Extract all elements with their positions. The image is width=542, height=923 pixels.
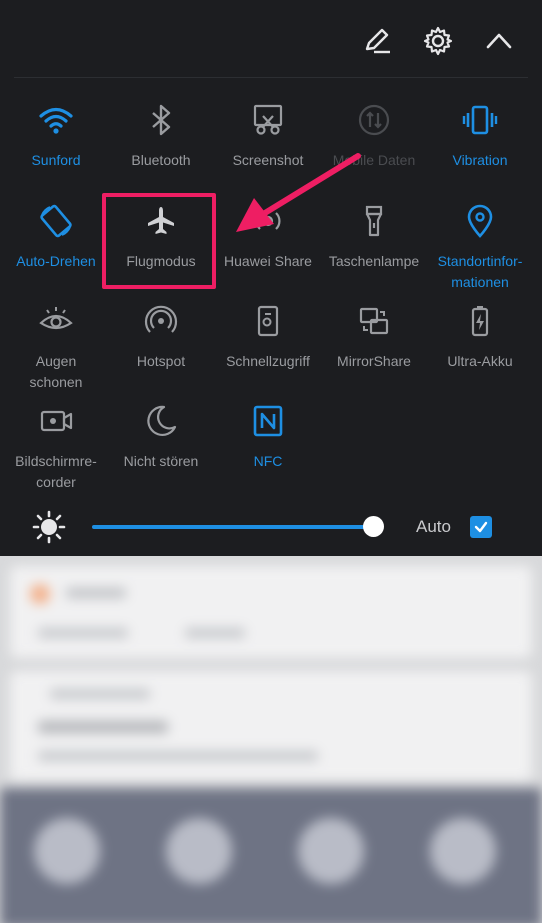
tile-vibration[interactable]: Vibration [426, 100, 534, 200]
chevron-up-icon[interactable] [482, 24, 516, 58]
auto-brightness-label: Auto [416, 517, 451, 536]
quick-settings-panel: Sunford Bluetooth Screenshot Mobile Date… [0, 0, 542, 556]
tile-hotspot[interactable]: Hotspot [107, 301, 215, 401]
moon-icon [141, 401, 181, 441]
tile-wifi[interactable]: Sunford [2, 100, 110, 200]
mirror-share-icon [354, 301, 394, 341]
tile-label: Sunford [31, 152, 81, 168]
tile-eye-comfort[interactable]: Augen schonen [2, 301, 110, 401]
tile-label: Auto-Drehen [16, 253, 96, 269]
notification-card[interactable] [10, 566, 532, 658]
sun-icon [32, 510, 66, 544]
tile-label: Taschenlampe [328, 253, 420, 269]
hotspot-icon [141, 301, 181, 341]
tile-label: Standortinfor- mationen [437, 253, 523, 290]
brightness-slider-knob[interactable] [363, 516, 385, 537]
rotate-icon [36, 201, 76, 241]
tile-nfc[interactable]: NFC [214, 401, 322, 501]
check-icon [474, 521, 488, 533]
tile-screen-recorder[interactable]: Bildschirmre- corder [2, 401, 110, 501]
gear-icon[interactable] [421, 24, 455, 58]
tile-label: Bildschirmre- corder [15, 453, 97, 490]
tile-auto-rotate[interactable]: Auto-Drehen [2, 201, 110, 301]
app-icon [30, 584, 50, 604]
blurred-notification-area [0, 556, 542, 923]
tile-do-not-disturb[interactable]: Nicht stören [107, 401, 215, 501]
brightness-row: Auto [0, 500, 542, 556]
screen-recorder-icon [36, 401, 76, 441]
bluetooth-icon [141, 100, 181, 140]
tile-location[interactable]: Standortinfor- mationen [426, 201, 534, 301]
tile-label: Bluetooth [131, 152, 191, 168]
quick-access-icon [248, 301, 288, 341]
battery-icon [460, 301, 500, 341]
location-icon [460, 201, 500, 241]
tile-label: Augen schonen [29, 353, 83, 390]
tile-label: MirrorShare [337, 353, 411, 369]
header-divider [14, 77, 528, 78]
brightness-slider-track[interactable] [92, 525, 374, 529]
pointer-arrow [236, 153, 361, 232]
nfc-icon [248, 401, 288, 441]
tile-label: Schnellzugriff [226, 353, 310, 369]
scissors-icon [248, 100, 288, 140]
auto-brightness-checkbox[interactable] [470, 516, 492, 538]
tile-label: NFC [253, 453, 283, 469]
tile-quick-access[interactable]: Schnellzugriff [214, 301, 322, 401]
tile-label: Nicht stören [123, 453, 199, 469]
eye-icon [36, 301, 76, 341]
pencil-icon[interactable] [360, 24, 394, 58]
vibration-icon [460, 100, 500, 140]
notification-card[interactable] [10, 671, 532, 781]
flugmodus-highlight-box [102, 193, 216, 289]
tile-mirror-share[interactable]: MirrorShare [320, 301, 428, 401]
tile-label: Huawei Share [224, 253, 312, 269]
tile-label: Ultra-Akku [447, 353, 513, 369]
tile-bluetooth[interactable]: Bluetooth [107, 100, 215, 200]
tile-label: Hotspot [136, 353, 186, 369]
tile-ultra-battery[interactable]: Ultra-Akku [426, 301, 534, 401]
panel-header [0, 0, 542, 78]
mobile-data-icon [354, 100, 394, 140]
tile-label: Vibration [452, 152, 508, 168]
wifi-icon [36, 100, 76, 140]
blurred-dock [0, 788, 542, 923]
